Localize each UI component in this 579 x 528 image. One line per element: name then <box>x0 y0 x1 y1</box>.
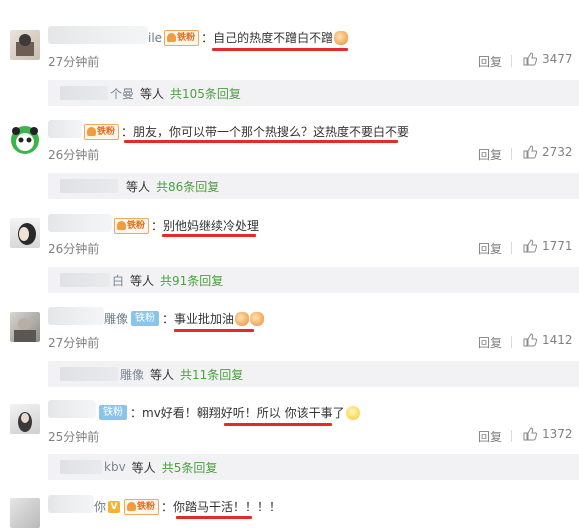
sub-reply-summary[interactable]: 雕像 等人 共11条回复 <box>48 361 579 387</box>
tie-fan-badge: 铁粉 <box>131 311 160 326</box>
timestamp: 25分钟前 <box>48 430 100 444</box>
comment-text: 你踏马干活！！！！ <box>173 500 282 514</box>
thumbs-up-icon <box>523 239 537 253</box>
view-replies-link[interactable]: 共5条回复 <box>162 459 218 476</box>
like-count: 1771 <box>542 239 573 253</box>
crown-icon <box>87 127 96 136</box>
divider <box>511 55 512 67</box>
avatar[interactable] <box>10 30 40 60</box>
reply-button[interactable]: 回复 <box>478 146 502 163</box>
red-underline <box>224 423 332 426</box>
avatar[interactable] <box>10 498 40 528</box>
username[interactable]: 雕像 <box>104 310 128 327</box>
fan-badge: 铁粉 <box>164 29 200 46</box>
crown-icon <box>167 33 177 42</box>
view-replies-link[interactable]: 共86条回复 <box>156 178 219 195</box>
thumbs-up-icon <box>523 427 537 441</box>
thumbs-up-icon <box>523 52 537 66</box>
comment-text: mv好看！翱翔好听！所以 你该干事了 <box>142 406 345 420</box>
fan-badge: 铁粉 <box>84 123 120 140</box>
divider <box>511 430 512 442</box>
red-underline <box>124 140 398 143</box>
reply-button[interactable]: 回复 <box>478 53 502 70</box>
username-blurred <box>60 179 118 193</box>
tie-fan-badge: 铁粉 <box>99 405 127 420</box>
avatar[interactable] <box>10 125 40 155</box>
red-underline <box>176 516 252 519</box>
like-count: 3477 <box>542 52 573 66</box>
reply-button[interactable]: 回复 <box>478 428 502 445</box>
divider <box>511 336 512 348</box>
sweat-emoji-icon <box>345 405 360 420</box>
avatar[interactable] <box>10 404 40 434</box>
username-blurred[interactable] <box>48 214 112 232</box>
username-blurred[interactable] <box>48 495 94 513</box>
like-button[interactable]: 2732 <box>523 145 573 159</box>
fist-emoji-icon <box>334 30 349 45</box>
like-button[interactable]: 3477 <box>523 52 573 66</box>
sub-reply-summary[interactable]: 等人 共86条回复 <box>48 173 579 199</box>
sub-reply-summary[interactable]: 白 等人 共91条回复 <box>48 267 579 293</box>
username-blurred <box>60 460 102 474</box>
username-blurred <box>60 367 118 381</box>
thumbs-up-icon <box>523 333 537 347</box>
like-button[interactable]: 1412 <box>523 333 573 347</box>
thumbs-up-icon <box>523 145 537 159</box>
username-blurred[interactable] <box>48 400 96 418</box>
like-count: 1372 <box>542 427 573 441</box>
like-button[interactable]: 1372 <box>523 427 573 441</box>
comment-text: 朋友，你可以带一个那个热搜么？这热度不要白不要 <box>133 125 410 139</box>
v-verified-icon: V <box>108 500 121 513</box>
username-blurred[interactable] <box>48 307 104 325</box>
avatar[interactable] <box>10 312 40 342</box>
sub-reply-summary[interactable]: kbv 等人 共5条回复 <box>48 454 579 480</box>
fist-emoji-icon <box>250 311 265 326</box>
username-blurred[interactable] <box>48 120 82 138</box>
username-blurred <box>60 273 110 287</box>
username-blurred[interactable] <box>48 26 148 44</box>
timestamp: 27分钟前 <box>48 336 100 350</box>
username-blurred <box>60 86 108 100</box>
comment-text: 别他妈继续冷处理 <box>163 219 260 233</box>
like-count: 2732 <box>542 145 573 159</box>
sub-reply-summary[interactable]: 个曼 等人 共105条回复 <box>48 80 579 106</box>
view-replies-link[interactable]: 共11条回复 <box>180 366 243 383</box>
fan-badge: 铁粉 <box>124 498 160 515</box>
red-underline <box>212 48 348 51</box>
avatar[interactable] <box>10 218 40 248</box>
username[interactable]: ile <box>148 31 162 45</box>
like-count: 1412 <box>542 333 573 347</box>
divider <box>511 148 512 160</box>
username[interactable]: 你 <box>94 498 106 515</box>
red-underline <box>174 329 254 332</box>
comment-text: 事业批加油 <box>174 312 235 326</box>
reply-button[interactable]: 回复 <box>478 240 502 257</box>
fist-emoji-icon <box>235 311 250 326</box>
view-replies-link[interactable]: 共105条回复 <box>170 85 241 102</box>
divider <box>511 242 512 254</box>
timestamp: 27分钟前 <box>48 55 100 69</box>
like-button[interactable]: 1771 <box>523 239 573 253</box>
timestamp: 26分钟前 <box>48 242 100 256</box>
crown-icon <box>127 502 137 511</box>
fan-badge: 铁粉 <box>114 217 150 234</box>
red-underline <box>162 234 256 237</box>
timestamp: 26分钟前 <box>48 148 100 162</box>
reply-button[interactable]: 回复 <box>478 334 502 351</box>
crown-icon <box>117 221 126 230</box>
comment-text: 自己的热度不蹭白不蹭 <box>213 31 334 45</box>
view-replies-link[interactable]: 共91条回复 <box>160 272 223 289</box>
